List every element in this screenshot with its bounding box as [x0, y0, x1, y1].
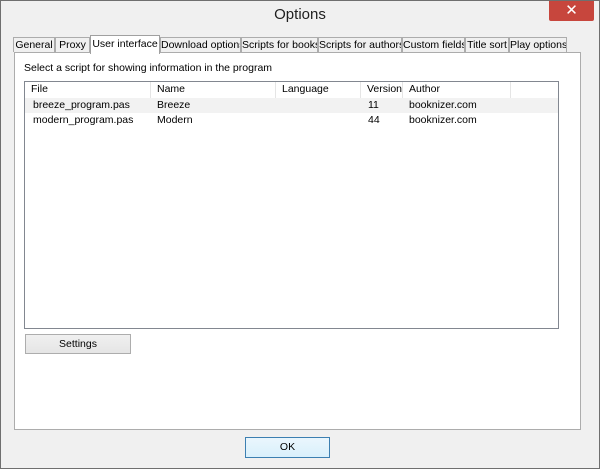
window-title: Options — [274, 6, 326, 23]
title-bar: Options ✕ — [1, 1, 599, 31]
cell-author: booknizer.com — [409, 99, 477, 111]
column-header-name[interactable]: Name — [151, 82, 276, 98]
list-item[interactable]: breeze_program.pas Breeze 11 booknizer.c… — [25, 98, 558, 113]
tab-scripts-for-books[interactable]: Scripts for books — [241, 37, 318, 52]
tab-title-sort[interactable]: Title sort — [465, 37, 509, 52]
script-list[interactable]: File Name Language Version Author breeze… — [24, 81, 559, 329]
options-dialog: Options ✕ General Proxy User interface D… — [0, 0, 600, 469]
tab-user-interface[interactable]: User interface — [90, 35, 160, 54]
cell-name: Modern — [157, 114, 193, 126]
list-header: File Name Language Version Author — [25, 82, 558, 99]
column-header-language[interactable]: Language — [276, 82, 361, 98]
user-interface-page: Select a script for showing information … — [14, 52, 581, 430]
tab-scripts-for-authors[interactable]: Scripts for authors — [318, 37, 402, 52]
cell-file: modern_program.pas — [33, 114, 134, 126]
ok-button[interactable]: OK — [245, 437, 330, 458]
cell-version: 44 — [368, 114, 380, 126]
cell-author: booknizer.com — [409, 114, 477, 126]
close-icon: ✕ — [565, 2, 578, 19]
close-button[interactable]: ✕ — [549, 1, 594, 21]
instruction-text: Select a script for showing information … — [24, 62, 273, 74]
cell-file: breeze_program.pas — [33, 99, 130, 111]
list-item[interactable]: modern_program.pas Modern 44 booknizer.c… — [25, 113, 558, 128]
tab-proxy[interactable]: Proxy — [55, 37, 90, 52]
settings-button[interactable]: Settings — [25, 334, 131, 354]
cell-name: Breeze — [157, 99, 191, 111]
column-header-file[interactable]: File — [25, 82, 151, 98]
tab-general[interactable]: General — [13, 37, 55, 52]
column-header-version[interactable]: Version — [361, 82, 403, 98]
tab-play-options[interactable]: Play options — [509, 37, 567, 52]
tab-download-options[interactable]: Download options — [160, 37, 241, 52]
cell-version: 11 — [368, 99, 379, 111]
tab-custom-fields[interactable]: Custom fields — [402, 37, 465, 52]
column-header-author[interactable]: Author — [403, 82, 511, 98]
